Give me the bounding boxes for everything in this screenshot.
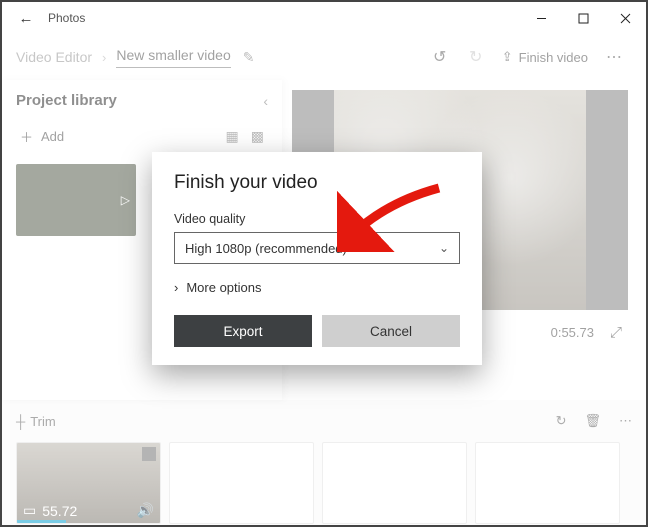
- chevron-right-icon: ›: [174, 280, 178, 295]
- export-button[interactable]: Export: [174, 315, 312, 347]
- maximize-button[interactable]: [562, 3, 604, 33]
- finish-video-dialog: Finish your video Video quality High 108…: [152, 152, 482, 365]
- more-options-toggle[interactable]: › More options: [174, 280, 460, 295]
- back-button[interactable]: ←: [10, 10, 42, 27]
- app-title: Photos: [48, 11, 85, 25]
- minimize-button[interactable]: [520, 3, 562, 33]
- cancel-button[interactable]: Cancel: [322, 315, 460, 347]
- video-quality-select[interactable]: High 1080p (recommended) ⌄: [174, 232, 460, 264]
- quality-value: High 1080p (recommended): [185, 241, 347, 256]
- quality-label: Video quality: [174, 212, 460, 226]
- chevron-down-icon: ⌄: [439, 241, 449, 255]
- titlebar: ← Photos: [2, 2, 646, 34]
- dialog-title: Finish your video: [174, 172, 460, 194]
- close-button[interactable]: [604, 3, 646, 33]
